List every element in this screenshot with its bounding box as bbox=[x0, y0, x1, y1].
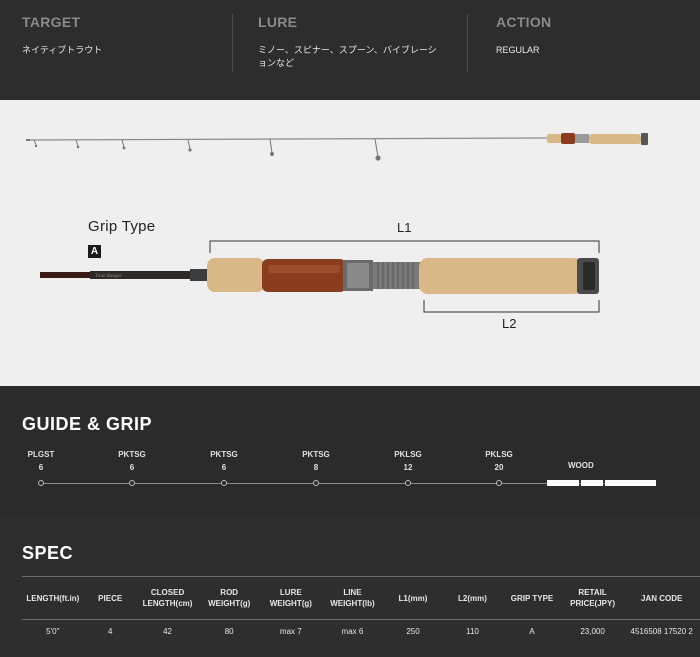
spec-cell: 23,000 bbox=[580, 627, 605, 637]
spec-cell: 250 bbox=[406, 627, 420, 637]
guide-name: PKLSG bbox=[485, 450, 513, 459]
guide-marker bbox=[221, 480, 227, 486]
rod-image-area: Trout Ranger Grip Type A L1 L2 bbox=[0, 100, 700, 386]
l2-dimension bbox=[423, 300, 600, 313]
guide-marker bbox=[313, 480, 319, 486]
action-value: REGULAR bbox=[496, 45, 540, 55]
grip-closeup-image: Trout Ranger bbox=[40, 258, 599, 294]
l1-label: L1 bbox=[397, 220, 412, 235]
spec-header: L1(mm) bbox=[383, 576, 443, 620]
guide-item: PKTSG 6 bbox=[204, 448, 244, 474]
guide-name: PKTSG bbox=[118, 450, 146, 459]
l1-dimension bbox=[209, 240, 600, 253]
svg-text:Trout Ranger: Trout Ranger bbox=[95, 274, 122, 279]
section-title: SPEC bbox=[22, 543, 74, 563]
spec-cell: 80 bbox=[224, 627, 234, 637]
spec-header: RETAIL PRICE(JPY) bbox=[561, 576, 624, 620]
divider bbox=[232, 14, 233, 72]
l2-label: L2 bbox=[502, 316, 517, 331]
spec-cell: 4516508 17520 2 bbox=[630, 627, 693, 637]
spec-cell: 42 bbox=[163, 627, 173, 637]
guide-item: PKLSG 20 bbox=[479, 448, 519, 474]
section-title: GUIDE & GRIP bbox=[22, 414, 153, 434]
guide-name: PKTSG bbox=[302, 450, 330, 459]
spec-header: L2(mm) bbox=[442, 576, 503, 620]
target-heading: TARGET bbox=[22, 14, 81, 30]
guide-item: PLGST 6 bbox=[21, 448, 61, 474]
spec-row: 5'0" 4 42 80 max 7 max 6 250 110 A 23,00… bbox=[22, 620, 700, 644]
grip-segment bbox=[605, 480, 656, 486]
spec-header: CLOSED LENGTH(cm) bbox=[136, 576, 199, 620]
spec-cell: max 7 bbox=[279, 627, 302, 637]
lure-column: LURE ミノー、スピナー、スプーン、バイブレーションなど bbox=[258, 14, 443, 74]
guide-size: 8 bbox=[313, 463, 319, 472]
spec-header: ROD WEIGHT(g) bbox=[198, 576, 260, 620]
grip-type-badge: A bbox=[88, 245, 101, 258]
spec-cell: 110 bbox=[466, 627, 479, 637]
spec-header: LENGTH(ft.in) bbox=[22, 576, 84, 620]
guide-item: PKLSG 12 bbox=[388, 448, 428, 474]
spec-cell: max 6 bbox=[341, 627, 364, 637]
guide-marker bbox=[38, 480, 44, 486]
guide-size: 6 bbox=[38, 463, 44, 472]
target-value: ネイティブトラウト bbox=[22, 45, 103, 55]
spec-header: LINE WEIGHT(lb) bbox=[321, 576, 384, 620]
guide-name: PKTSG bbox=[210, 450, 238, 459]
rod-illustration: Trout Ranger bbox=[25, 133, 648, 313]
lure-heading: LURE bbox=[258, 14, 298, 30]
guide-size: 6 bbox=[129, 463, 135, 472]
guide-size: 6 bbox=[221, 463, 227, 472]
grip-material-label: WOOD bbox=[568, 461, 594, 470]
spec-header: JAN CODE bbox=[623, 576, 700, 620]
spec-table: LENGTH(ft.in) PIECE CLOSED LENGTH(cm) RO… bbox=[22, 576, 700, 644]
guide-grip-section: GUIDE & GRIP PLGST 6 PKTSG 6 PKTSG 6 PKT… bbox=[0, 386, 700, 516]
action-column: ACTION REGULAR bbox=[496, 14, 676, 74]
info-band: TARGET ネイティブトラウト LURE ミノー、スピナー、スプーン、バイブレ… bbox=[0, 0, 700, 100]
grip-type-title: Grip Type bbox=[88, 218, 156, 235]
spec-header: GRIP TYPE bbox=[502, 576, 562, 620]
target-column: TARGET ネイティブトラウト bbox=[22, 14, 222, 74]
grip-segment bbox=[581, 480, 603, 486]
guide-marker bbox=[129, 480, 135, 486]
spec-header: PIECE bbox=[83, 576, 137, 620]
spec-section: SPEC LENGTH(ft.in) PIECE CLOSED LENGTH(c… bbox=[0, 516, 700, 657]
guide-marker bbox=[405, 480, 411, 486]
action-heading: ACTION bbox=[496, 14, 552, 30]
spec-header-row: LENGTH(ft.in) PIECE CLOSED LENGTH(cm) RO… bbox=[22, 576, 700, 620]
guide-size: 20 bbox=[494, 463, 504, 472]
spec-header: LURE WEIGHT(g) bbox=[260, 576, 322, 620]
guide-marker bbox=[496, 480, 502, 486]
grip-segment bbox=[547, 480, 579, 486]
guide-size: 12 bbox=[403, 463, 413, 472]
guide-item: PKTSG 8 bbox=[296, 448, 336, 474]
guide-name: PKLSG bbox=[394, 450, 422, 459]
spec-cell: 4 bbox=[107, 627, 113, 637]
guide-item: PKTSG 6 bbox=[112, 448, 152, 474]
divider bbox=[467, 14, 468, 72]
guide-name: PLGST bbox=[27, 450, 55, 459]
full-rod-image bbox=[25, 133, 648, 161]
spec-cell: A bbox=[529, 627, 535, 637]
lure-value: ミノー、スピナー、スプーン、バイブレーションなど bbox=[258, 45, 437, 68]
spec-cell: 5'0" bbox=[46, 627, 60, 637]
